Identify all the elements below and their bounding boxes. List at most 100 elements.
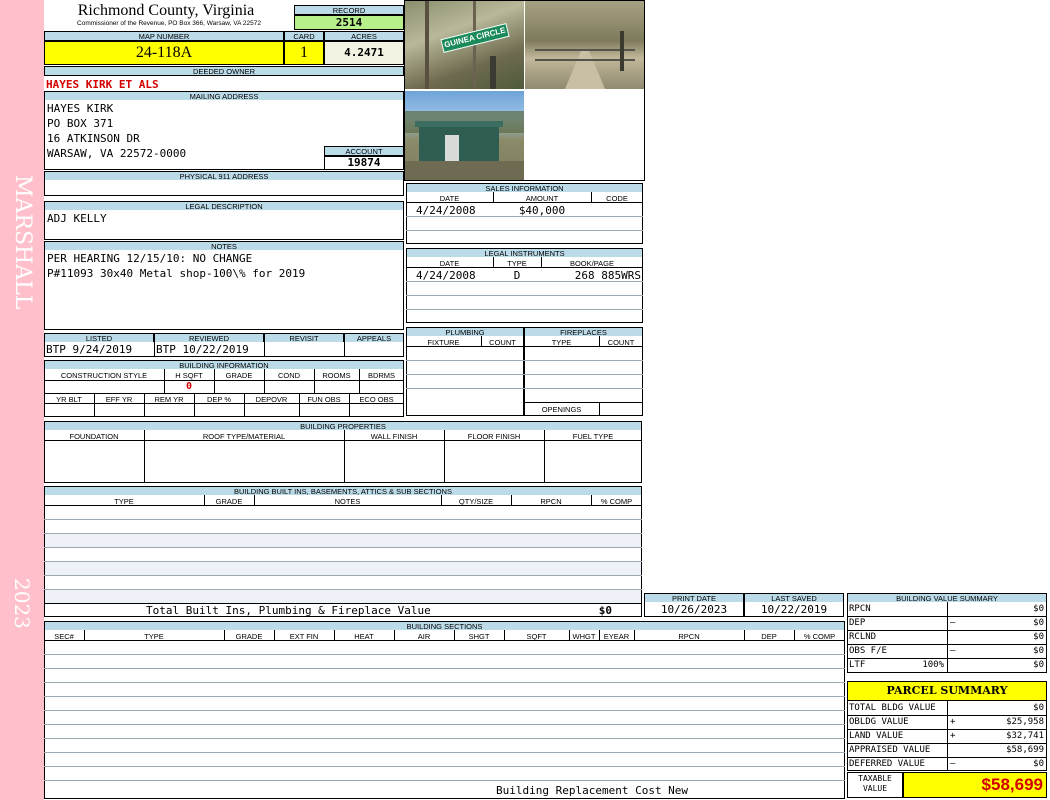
bvs-obs-value: $0 <box>1033 646 1044 656</box>
acres-value: 4.2471 <box>324 41 404 65</box>
fireplace-count-label: COUNT <box>607 338 635 347</box>
sec-ext-fin-label: EXT FIN <box>289 632 319 641</box>
sec-heat-label: HEAT <box>354 632 374 641</box>
plumbing-box <box>406 336 524 416</box>
instrument-date-label: DATE <box>439 259 460 268</box>
notes-line-1: PER HEARING 12/15/10: NO CHANGE <box>47 252 253 265</box>
ps-deferred-sign: – <box>950 759 956 769</box>
builtin-rpcn-label: RPCN <box>540 497 562 506</box>
eco-obs-label: ECO OBS <box>359 395 394 404</box>
ps-land-label: LAND VALUE <box>849 731 904 741</box>
record-label: RECORD <box>294 5 404 15</box>
reviewed-value: BTP 10/22/2019 <box>156 343 249 356</box>
h-sqft-value: 0 <box>185 381 193 392</box>
record-number: 2514 <box>294 15 404 30</box>
acres-label: ACRES <box>324 31 404 41</box>
sales-amount: $40,000 <box>518 204 566 217</box>
legal-description: ADJ KELLY <box>47 212 107 225</box>
bvs-dep-value: $0 <box>1033 618 1044 628</box>
card-label: CARD <box>284 31 324 41</box>
ps-appraised-value: $58,699 <box>1006 745 1044 755</box>
sec-grade-label: GRADE <box>235 632 263 641</box>
taxable-label: TAXABLE VALUE <box>858 774 892 793</box>
rooms-label: ROOMS <box>322 371 351 380</box>
builtin-notes-label: NOTES <box>334 497 361 506</box>
photo-street-sign: GUINEA CIRCLE <box>405 1 524 89</box>
instrument-book-label: BOOK/PAGE <box>569 259 615 268</box>
roof-type-label: ROOF TYPE/MATERIAL <box>202 432 286 441</box>
builtin-grade-label: GRADE <box>215 497 243 506</box>
instrument-date: 4/24/2008 <box>416 269 476 282</box>
sales-date-label: DATE <box>439 194 460 203</box>
eff-yr-label: EFF YR <box>105 395 133 404</box>
bvs-dep-sign: – <box>950 618 956 628</box>
ps-total-bldg-label: TOTAL BLDG VALUE <box>849 703 936 713</box>
bvs-ltf-label: LTF <box>849 660 866 670</box>
mailing-line-1: HAYES KIRK <box>47 102 114 115</box>
tax-year: 2023 <box>10 578 34 629</box>
ps-obldg-value: $25,958 <box>1006 717 1044 727</box>
ps-deferred-label: DEFERRED VALUE <box>849 759 925 769</box>
bvs-obs-sign: – <box>950 646 956 656</box>
sec-air-label: AIR <box>417 632 431 641</box>
sec-type-label: TYPE <box>144 632 164 641</box>
dep-pct-label: DEP % <box>206 395 232 404</box>
instrument-type: D <box>513 269 521 282</box>
sales-date: 4/24/2008 <box>416 204 476 217</box>
bvs-obs-label: OBS F/E <box>849 646 887 656</box>
sec-shgt-label: SHGT <box>468 632 490 641</box>
building-sections-box <box>44 630 845 799</box>
wall-finish-label: WALL FINISH <box>370 432 418 441</box>
physical-address-box <box>44 180 404 196</box>
fuel-type-label: FUEL TYPE <box>572 432 614 441</box>
card-number: 1 <box>284 41 324 65</box>
construction-style-label: CONSTRUCTION STYLE <box>60 371 148 380</box>
cond-label: COND <box>277 371 301 380</box>
bvs-dep-label: DEP <box>849 618 866 628</box>
photo-driveway-gate <box>525 1 644 89</box>
mailing-line-4: WARSAW, VA 22572-0000 <box>47 147 187 160</box>
sales-amount-label: AMOUNT <box>525 194 559 203</box>
foundation-label: FOUNDATION <box>69 432 119 441</box>
fixture-label: FIXTURE <box>427 338 460 347</box>
builtin-qty-label: QTY/SIZE <box>458 497 494 506</box>
district-name: MARSHALL <box>10 174 35 310</box>
listed-value: BTP 9/24/2019 <box>46 343 133 356</box>
print-date: 10/26/2023 <box>660 603 728 616</box>
bvs-rpcn-value: $0 <box>1033 604 1044 614</box>
county-title: Richmond County, Virginia <box>77 2 255 19</box>
deeded-owner-label: DEEDED OWNER <box>44 66 404 76</box>
depovr-label: DEPOVR <box>255 395 288 404</box>
ps-obldg-label: OBLDG VALUE <box>849 717 909 727</box>
fireplaces-box <box>524 336 643 416</box>
builtin-comp-label: % COMP <box>600 497 633 506</box>
photo-metal-shop <box>405 91 524 180</box>
sec-rpcn-label: RPCN <box>678 632 700 641</box>
mailing-line-3: 16 ATKINSON DR <box>47 132 140 145</box>
ps-deferred-value: $0 <box>1033 759 1044 769</box>
commissioner-address: Commissioner of the Revenue, PO Box 366,… <box>77 20 261 27</box>
yr-blt-label: YR BLT <box>56 395 82 404</box>
ps-land-value: $32,741 <box>1006 731 1044 741</box>
notes-line-2: P#11093 30x40 Metal shop-100\% for 2019 <box>47 267 306 280</box>
sec-comp-label: % COMP <box>803 632 836 641</box>
last-saved: 10/22/2019 <box>760 603 828 616</box>
replacement-cost-label: Building Replacement Cost New <box>496 784 689 797</box>
builtins-total-label: Total Built Ins, Plumbing & Fireplace Va… <box>146 604 431 617</box>
instrument-type-label: TYPE <box>507 259 527 268</box>
grade-label: GRADE <box>225 371 253 380</box>
builtin-type-label: TYPE <box>114 497 134 506</box>
map-number: 24-118A <box>44 41 284 65</box>
parcel-summary-header: PARCEL SUMMARY <box>847 681 1047 701</box>
taxable-value: $58,699 <box>903 772 1047 798</box>
h-sqft-label: H SQFT <box>175 371 203 380</box>
account-number: 19874 <box>324 156 404 170</box>
sales-code-label: CODE <box>606 194 628 203</box>
sec-eyear-label: EYEAR <box>603 632 630 641</box>
bdrms-label: BDRMS <box>367 371 396 380</box>
sec-dep-label: DEP <box>761 632 777 641</box>
bvs-rclnd-label: RCLND <box>849 632 877 642</box>
bvs-ltf-pct: 100% <box>922 660 944 670</box>
ps-total-bldg-value: $0 <box>1033 703 1044 713</box>
bvs-ltf-value: $0 <box>1033 660 1044 670</box>
